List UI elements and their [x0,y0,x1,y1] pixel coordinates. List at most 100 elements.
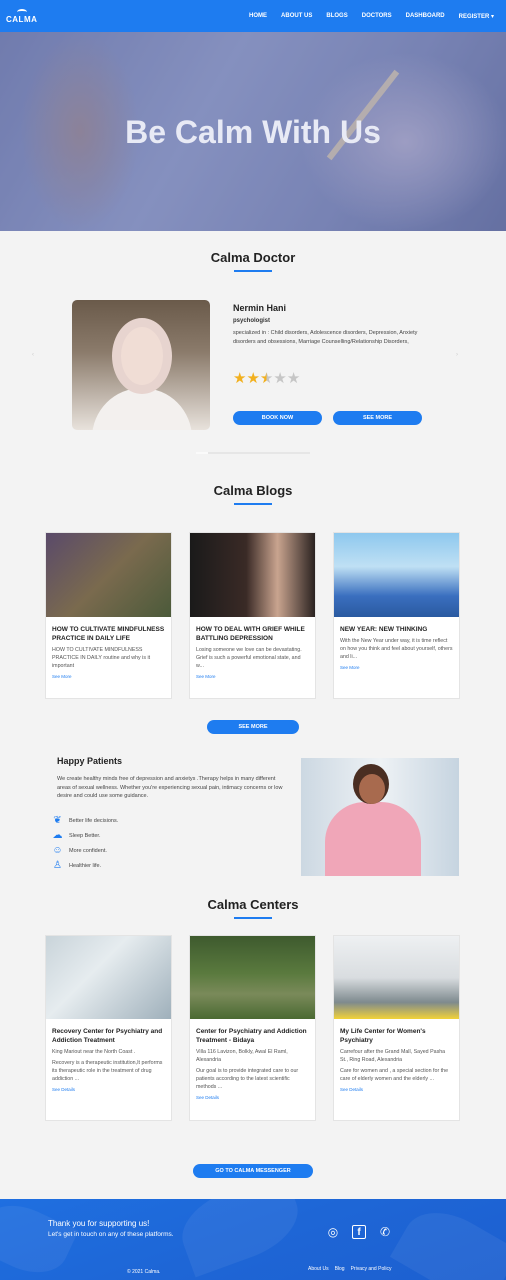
nav-about-us[interactable]: ABOUT US [281,13,312,20]
center-card[interactable]: Center for Psychiatry and Addiction Trea… [189,935,316,1121]
center-name[interactable]: My Life Center for Women's Psychiatry [334,1027,459,1045]
instagram-icon[interactable]: ◎ [326,1225,340,1239]
footer-link-privacy-policy[interactable]: Privacy and Policy [351,1266,392,1272]
doctor-photo-body [92,388,192,430]
blog-card[interactable]: HOW TO DEAL WITH GRIEF WHILE BATTLING DE… [189,532,316,699]
carousel-next-icon[interactable]: › [456,352,458,358]
benefit-label: More confident. [69,847,107,854]
blog-card[interactable]: HOW TO CULTIVATE MINDFULNESS PRACTICE IN… [45,532,172,699]
doctor-photo-face [112,318,172,394]
rating-star-icon: ★ [259,370,274,387]
center-card[interactable]: My Life Center for Women's Psychiatry Ca… [333,935,460,1121]
nav-doctors[interactable]: DOCTORS [362,13,392,20]
footer-copyright: © 2021 Calma. [127,1269,161,1275]
benefit-label: Healthier life. [69,862,102,869]
blogs-section-title: Calma Blogs [213,483,293,498]
footer-leaf-decoration [0,1199,79,1280]
happy-patients-title: Happy Patients [57,756,123,766]
user-check-icon: ♙ [53,860,62,871]
blog-card[interactable]: NEW YEAR: NEW THINKING With the New Year… [333,532,460,699]
footer-thanks: Thank you for supporting us! [48,1219,150,1228]
centers-title-underline [234,917,272,919]
footer-link-blog[interactable]: Blog [335,1266,345,1272]
center-description: Care for women and , a special section f… [340,1068,449,1082]
carousel-prev-icon[interactable]: ‹ [32,352,34,358]
center-image [334,936,459,1019]
blogs-title-underline [234,503,272,505]
blog-see-more-link[interactable]: See More [46,674,171,679]
calma-logo[interactable]: CALMA [6,8,38,24]
happy-patient-photo [301,758,459,876]
center-description: Our goal is to provide integrated care t… [196,1068,299,1090]
blog-excerpt: Losing someone we love can be devastatin… [196,647,302,669]
center-address: King Mariout near the North Coast . [52,1049,136,1055]
blog-see-more-link[interactable]: See More [334,665,459,670]
smile-icon: ☺ [52,845,63,856]
benefit-label: Sleep Better. [69,832,101,839]
plant-icon: ❦ [53,815,62,826]
benefit-item: ❦ Better life decisions. [52,815,118,826]
carousel-indicator[interactable] [196,452,310,454]
doctor-role: psychologist [233,318,271,324]
blog-excerpt: With the New Year under way, it is time … [340,638,453,660]
center-description: Recovery is a therapeutic institution,It… [52,1060,163,1082]
footer-leaf-decoration [171,1199,309,1278]
blog-title[interactable]: NEW YEAR: NEW THINKING [334,625,459,634]
benefit-item: ☁ Sleep Better. [52,830,101,841]
center-card[interactable]: Recovery Center for Psychiatry and Addic… [45,935,172,1121]
rating-star-icon: ★ [233,370,247,387]
hero-banner: Be Calm With Us [0,32,506,231]
book-now-button[interactable]: BOOK NOW [233,411,322,425]
doctor-specialization: specialized in : Child disorders, Adoles… [233,330,418,345]
footer-links: About Us Blog Privacy and Policy [308,1266,391,1272]
happy-patients-text: We create healthy minds free of depressi… [57,776,283,799]
blog-image [190,533,315,617]
center-see-details-link[interactable]: See Details [190,1095,315,1100]
hero-title: Be Calm With Us [125,114,381,150]
navbar: CALMA HOME ABOUT US BLOGS DOCTORS DASHBO… [0,0,506,32]
center-name[interactable]: Recovery Center for Psychiatry and Addic… [46,1027,171,1045]
rating-star-icon: ★ [286,370,301,387]
center-address: Carrefour after the Grand Mall, Sayed Pa… [340,1049,446,1063]
whatsapp-icon[interactable]: ✆ [378,1225,392,1239]
go-to-messenger-button[interactable]: GO TO CALMA MESSENGER [193,1164,313,1178]
blog-title[interactable]: HOW TO CULTIVATE MINDFULNESS PRACTICE IN… [46,625,171,643]
center-see-details-link[interactable]: See Details [46,1087,171,1092]
nav-register-dropdown[interactable]: REGISTER ▾ [459,13,494,20]
carousel-indicator-active [196,452,208,454]
footer-link-about-us[interactable]: About Us [308,1266,329,1272]
doctor-rating: ★★★★★ [233,371,300,386]
footer-socials: ◎ f ✆ [326,1225,392,1239]
patient-photo-body [325,802,421,876]
center-address: Villa 116 Lavizon, Bolkly, Awal El Raml,… [196,1049,288,1063]
footer-leaf-decoration [389,1199,506,1280]
facebook-icon[interactable]: f [352,1225,366,1239]
center-name[interactable]: Center for Psychiatry and Addiction Trea… [190,1027,315,1045]
center-image [190,936,315,1019]
blog-title[interactable]: HOW TO DEAL WITH GRIEF WHILE BATTLING DE… [190,625,315,643]
centers-section-title: Calma Centers [207,897,299,912]
doctor-see-more-button[interactable]: SEE MORE [333,411,422,425]
nav-home[interactable]: HOME [249,13,267,20]
benefit-item: ☺ More confident. [52,845,107,856]
benefit-label: Better life decisions. [69,817,119,824]
rating-star-icon: ★ [246,370,260,387]
sleep-icon: ☁ [52,830,63,841]
nav-menu: HOME ABOUT US BLOGS DOCTORS DASHBOARD RE… [249,13,494,20]
blog-see-more-link[interactable]: See More [190,674,315,679]
center-image [46,936,171,1019]
blogs-see-more-button[interactable]: SEE MORE [207,720,299,734]
doctor-title-underline [234,270,272,272]
doctor-section-title: Calma Doctor [210,250,296,265]
doctor-name: Nermin Hani [233,303,287,313]
nav-dashboard[interactable]: DASHBOARD [406,13,445,20]
logo-text: CALMA [6,14,38,24]
center-see-details-link[interactable]: See Details [334,1087,459,1092]
nav-blogs[interactable]: BLOGS [326,13,347,20]
blog-image [334,533,459,617]
doctor-photo [72,300,210,430]
blog-image [46,533,171,617]
rating-star-icon: ★ [273,370,287,387]
blog-excerpt: HOW TO CULTIVATE MINDFULNESS PRACTICE IN… [52,647,151,669]
benefit-item: ♙ Healthier life. [52,860,101,871]
